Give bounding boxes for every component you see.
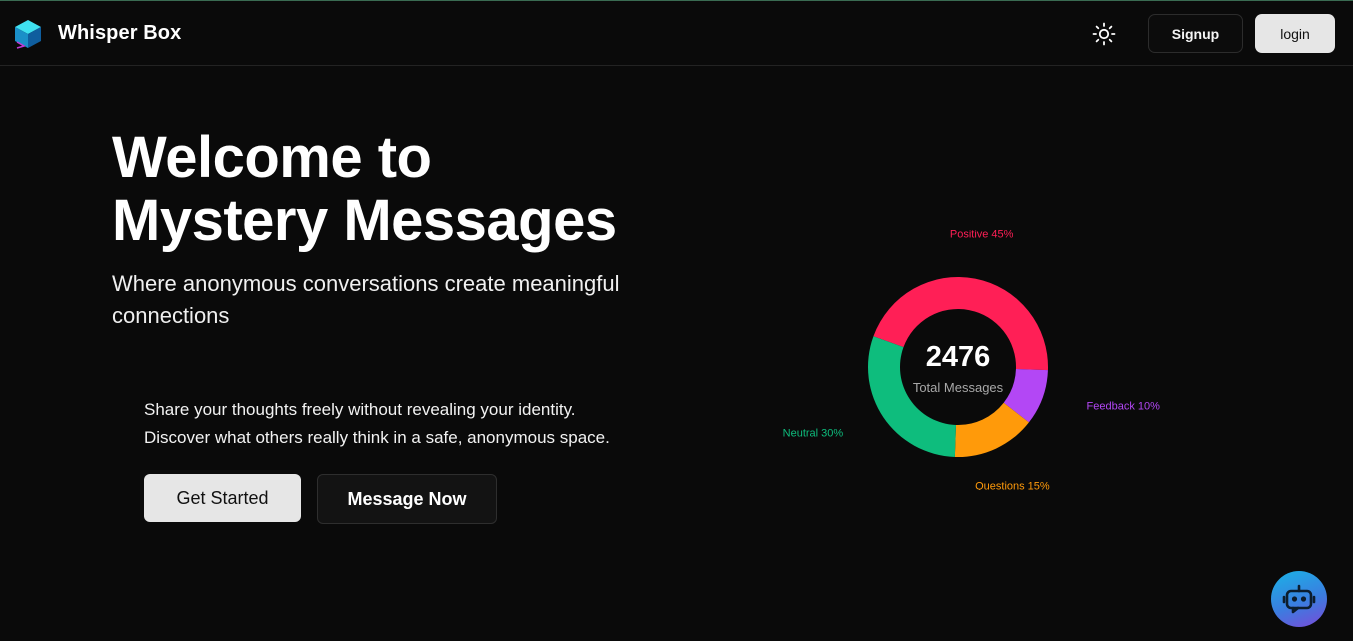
- donut-label-positive: Positive 45%: [950, 230, 1014, 240]
- hero-description: Share your thoughts freely without revea…: [144, 396, 664, 452]
- bot-icon[interactable]: [1271, 571, 1327, 627]
- hero-title-line-2: Mystery Messages: [112, 188, 617, 253]
- donut-total-value: 2476: [926, 341, 991, 373]
- donut-label-questions: Questions 15%: [975, 480, 1050, 490]
- hero-title: Welcome to Mystery Messages: [112, 126, 732, 252]
- signup-button[interactable]: Signup: [1148, 14, 1243, 53]
- donut-total-label: Total Messages: [913, 380, 1004, 395]
- get-started-button[interactable]: Get Started: [144, 474, 301, 522]
- hero-title-line-1: Welcome to: [112, 125, 432, 190]
- brand-name[interactable]: Whisper Box: [58, 22, 181, 45]
- cube-logo-icon[interactable]: [13, 18, 43, 50]
- message-breakdown-donut-chart: Positive 45% Feedback 10% Questions 15% Neu…: [783, 230, 1161, 490]
- message-now-button[interactable]: Message Now: [317, 474, 497, 524]
- hero-description-line-2: Discover what others really think in a s…: [144, 428, 610, 447]
- donut-label-feedback: Feedback 10%: [1087, 400, 1161, 412]
- sun-icon[interactable]: [1090, 20, 1118, 48]
- donut-label-neutral: Neutral 30%: [783, 427, 844, 439]
- login-button[interactable]: login: [1255, 14, 1335, 53]
- top-navbar: Whisper Box Signup login: [0, 1, 1353, 66]
- hero-subtitle: Where anonymous conversations create mea…: [112, 271, 620, 328]
- hero-description-line-1: Share your thoughts freely without revea…: [144, 400, 576, 419]
